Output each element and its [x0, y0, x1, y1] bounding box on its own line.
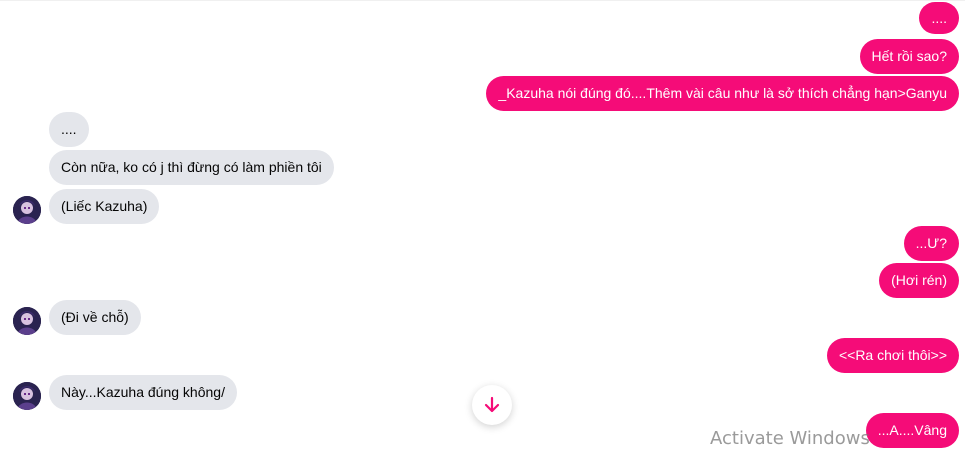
avatar-image: [13, 382, 41, 410]
message-incoming[interactable]: ....: [49, 112, 89, 147]
avatar-image: [13, 307, 41, 335]
message-outgoing[interactable]: _Kazuha nói đúng đó....Thêm vài câu như …: [486, 76, 959, 111]
message-outgoing[interactable]: ...Ư?: [903, 226, 959, 261]
message-outgoing[interactable]: Hết rồi sao?: [859, 39, 959, 74]
chat-thread: .... Hết rồi sao? _Kazuha nói đúng đó...…: [0, 0, 965, 460]
scroll-to-bottom-button[interactable]: [472, 385, 512, 425]
activate-windows-watermark: Activate Windows: [710, 428, 870, 449]
avatar[interactable]: [13, 196, 41, 224]
avatar[interactable]: [13, 307, 41, 335]
avatar[interactable]: [13, 382, 41, 410]
message-outgoing[interactable]: (Hơi rén): [879, 263, 959, 298]
message-incoming[interactable]: Còn nữa, ko có j thì đừng có làm phiền t…: [49, 150, 334, 185]
message-outgoing[interactable]: ....: [919, 2, 959, 34]
message-incoming[interactable]: Này...Kazuha đúng không/: [49, 375, 237, 410]
avatar-image: [13, 196, 41, 224]
message-incoming[interactable]: (Đi về chỗ): [49, 300, 141, 335]
message-incoming[interactable]: (Liếc Kazuha): [49, 189, 160, 224]
message-outgoing[interactable]: <<Ra chơi thôi>>: [826, 338, 959, 373]
message-outgoing[interactable]: ...A....Vâng: [865, 413, 959, 448]
arrow-down-icon: [484, 396, 500, 413]
